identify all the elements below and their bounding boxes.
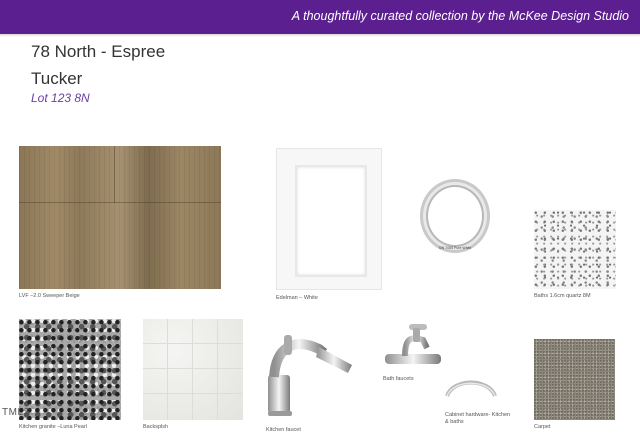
carpet-caption: Carpet: [534, 424, 551, 430]
bath-faucets-caption: Bath faucets: [383, 376, 414, 382]
cabinet-pull-image: [443, 374, 499, 400]
granite-swatch: [19, 319, 121, 420]
plan-title: Tucker: [31, 69, 83, 88]
carpet-swatch: [534, 339, 615, 420]
lot-number: Lot 123 8N: [31, 91, 90, 105]
quartz-swatch: [534, 210, 616, 289]
cabinet-caption: Edelman – White: [276, 295, 318, 301]
cabinet-hardware-caption: Cabinet hardware- Kitchen & baths: [445, 412, 511, 425]
banner-shadow: [0, 34, 640, 37]
tagline: A thoughtfully curated collection by the…: [291, 9, 629, 23]
backsplash-swatch: [143, 319, 243, 420]
granite-caption: Kitchen granite –Luna Pearl: [19, 424, 87, 430]
bath-faucet-image: [383, 318, 443, 370]
kitchen-faucet-image: [264, 327, 359, 417]
lvf-flooring-swatch: [19, 146, 221, 289]
paint-label: SW 7005 Pure White: [439, 246, 472, 250]
backsplash-caption: Backsplsh: [143, 424, 169, 430]
lvf-caption: LVF –2.0 Sweeper Beige: [19, 293, 80, 299]
paint-can-image: SW 7005 Pure White: [419, 178, 491, 257]
header-banner: A thoughtfully curated collection by the…: [0, 0, 640, 34]
community-title: 78 North - Espree: [31, 42, 166, 61]
mls-watermark: TMLS: [2, 407, 31, 418]
cabinet-door-image: [276, 148, 382, 290]
baths-quartz-caption: Baths 1.6cm quartz 8M: [534, 293, 591, 299]
kitchen-faucet-caption: Kitchen faucet: [266, 427, 301, 433]
